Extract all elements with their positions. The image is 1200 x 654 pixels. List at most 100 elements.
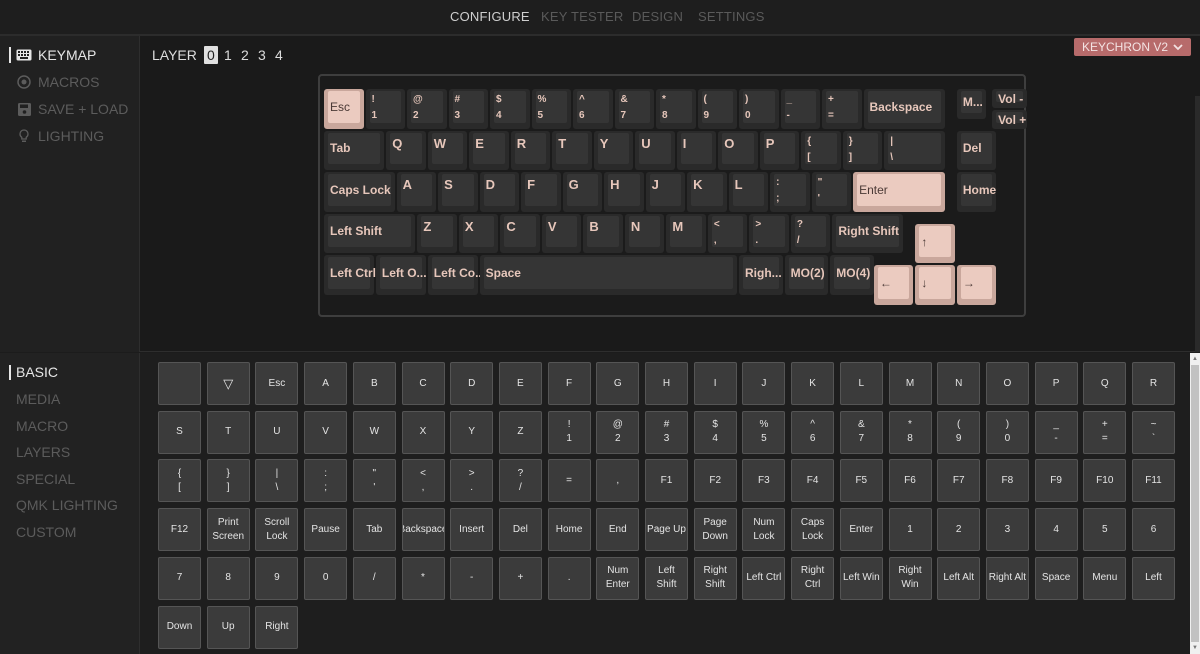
keycode-button[interactable]: Down bbox=[158, 605, 201, 649]
keycode-button[interactable]: Home bbox=[547, 508, 591, 552]
keycode-button[interactable]: A bbox=[304, 362, 348, 405]
keycode-button[interactable]: F8 bbox=[985, 459, 1029, 503]
keycode-button[interactable]: U bbox=[255, 410, 299, 454]
keycode-button[interactable]: 5 bbox=[1083, 508, 1127, 552]
keyboard-key[interactable]: W bbox=[427, 130, 468, 170]
keycode-button[interactable]: F2 bbox=[693, 459, 737, 503]
keycode-button[interactable]: Caps Lock bbox=[791, 508, 835, 552]
sidebar-item-lighting[interactable]: LIGHTING bbox=[16, 128, 104, 144]
category-special[interactable]: SPECIAL bbox=[16, 471, 75, 487]
keyboard-key[interactable]: O bbox=[718, 130, 758, 170]
keycode-button[interactable]: + = bbox=[1083, 410, 1127, 454]
keyboard-key[interactable]: N bbox=[624, 213, 665, 253]
keycode-button[interactable]: ) 0 bbox=[985, 410, 1029, 454]
keyboard-key[interactable]: ) 0 bbox=[739, 89, 779, 129]
keycode-button[interactable]: ▽ bbox=[206, 362, 250, 405]
keycode-button[interactable]: , bbox=[596, 459, 640, 503]
keyboard-key[interactable]: {[ bbox=[801, 130, 841, 170]
keycode-button[interactable]: Left Win bbox=[839, 556, 883, 600]
category-layers[interactable]: LAYERS bbox=[16, 444, 70, 460]
keyboard-key[interactable]: Y bbox=[593, 130, 634, 170]
layer-option-3[interactable]: 3 bbox=[255, 47, 269, 63]
keyboard-key[interactable]: M... bbox=[956, 89, 986, 119]
keyboard-key[interactable]: <, bbox=[707, 213, 748, 253]
keycode-button[interactable]: F4 bbox=[791, 459, 835, 503]
keyboard-key[interactable]: Left Shift bbox=[324, 213, 416, 253]
scroll-down-icon[interactable]: ▼ bbox=[1190, 643, 1200, 653]
keycode-button[interactable]: $4 bbox=[693, 410, 737, 454]
keycode-button[interactable]: Enter bbox=[839, 508, 883, 552]
keycode-button[interactable]: Insert bbox=[450, 508, 494, 552]
keycode-button[interactable]: Page Down bbox=[693, 508, 737, 552]
keycode-button[interactable]: 6 bbox=[1132, 508, 1175, 552]
sidebar-item-macros[interactable]: MACROS bbox=[16, 74, 99, 90]
keycode-button[interactable]: W bbox=[352, 410, 396, 454]
scroll-up-icon[interactable]: ▲ bbox=[1190, 354, 1200, 364]
keycode-button[interactable]: Left Alt bbox=[937, 556, 981, 600]
keycode-button[interactable]: G bbox=[596, 362, 640, 405]
keycode-button[interactable]: :; bbox=[304, 459, 348, 503]
keycode-button[interactable]: F bbox=[547, 362, 591, 405]
keyboard-key[interactable]: }] bbox=[842, 130, 883, 170]
keycode-button[interactable]: Left bbox=[1132, 556, 1175, 600]
keyboard-key[interactable]: >. bbox=[749, 213, 789, 253]
keyboard-key[interactable]: Righ... bbox=[739, 255, 783, 295]
keycode-button[interactable]: F10 bbox=[1083, 459, 1127, 503]
tab-configure[interactable]: CONFIGURE bbox=[450, 9, 530, 24]
keycode-button[interactable]: = bbox=[547, 459, 591, 503]
keycode-button[interactable]: 9 bbox=[255, 556, 299, 600]
keycode-button[interactable]: S bbox=[158, 410, 201, 454]
keycode-button[interactable]: F12 bbox=[158, 508, 201, 552]
device-selector[interactable]: KEYCHRON V2 bbox=[1074, 38, 1192, 56]
category-qmk-lighting[interactable]: QMK LIGHTING bbox=[16, 497, 118, 513]
scrollbar-thumb[interactable] bbox=[1191, 365, 1199, 642]
keycode-button[interactable]: ! 1 bbox=[547, 410, 591, 454]
keyboard-key[interactable]: Backspace bbox=[863, 89, 945, 129]
keyboard-key[interactable]: * 8 bbox=[656, 89, 696, 129]
keycode-button[interactable]: Right Shift bbox=[693, 556, 737, 600]
keycode-button[interactable]: X bbox=[401, 410, 445, 454]
keyboard-key[interactable]: ? / bbox=[790, 213, 831, 253]
layer-option-0[interactable]: 0 bbox=[203, 46, 218, 64]
keycode-button[interactable]: Q bbox=[1083, 362, 1127, 405]
keycode-button[interactable]: | \ bbox=[255, 459, 299, 503]
keycode-button[interactable]: % 5 bbox=[742, 410, 786, 454]
keycode-button[interactable]: }] bbox=[206, 459, 250, 503]
tab-key-tester[interactable]: KEY TESTER bbox=[541, 9, 623, 24]
keyboard-key[interactable]: V bbox=[541, 213, 582, 253]
keycode-button[interactable]: Num Lock bbox=[742, 508, 786, 552]
keycode-button[interactable]: Print Screen bbox=[206, 508, 250, 552]
keycode-button[interactable]: Left Shift bbox=[645, 556, 688, 600]
keycode-button[interactable]: Esc bbox=[255, 362, 299, 405]
keycode-button[interactable] bbox=[158, 362, 201, 405]
keyboard-key[interactable]: " ' bbox=[811, 172, 852, 212]
keyboard-key[interactable]: S bbox=[438, 172, 478, 212]
keycode-button[interactable]: ? / bbox=[498, 459, 542, 503]
keycode-button[interactable]: * bbox=[401, 556, 445, 600]
keyboard-key[interactable]: :; bbox=[770, 172, 810, 212]
keycode-button[interactable]: K bbox=[791, 362, 835, 405]
keyboard-key[interactable]: #3 bbox=[448, 89, 488, 129]
keycode-button[interactable]: F11 bbox=[1132, 459, 1175, 503]
keyboard-key[interactable]: Vol - bbox=[992, 89, 1028, 108]
keycode-button[interactable]: . bbox=[547, 556, 591, 600]
keycode-button[interactable]: D bbox=[450, 362, 494, 405]
keycode-button[interactable]: Z bbox=[498, 410, 542, 454]
keycode-button[interactable]: Right Ctrl bbox=[791, 556, 835, 600]
keyboard-key[interactable]: @2 bbox=[407, 89, 447, 129]
keycode-button[interactable]: Del bbox=[498, 508, 542, 552]
keycode-button[interactable]: >. bbox=[450, 459, 494, 503]
keyboard-key[interactable]: Z bbox=[417, 213, 457, 253]
keyboard-key[interactable]: Home bbox=[956, 172, 997, 212]
keyboard-key[interactable]: E bbox=[469, 130, 509, 170]
keycode-button[interactable]: Tab bbox=[352, 508, 396, 552]
keyboard-key[interactable]: % 5 bbox=[531, 89, 571, 129]
keycode-button[interactable]: - bbox=[450, 556, 494, 600]
keycode-button[interactable]: ~ ` bbox=[1132, 410, 1175, 454]
keycode-button[interactable]: 4 bbox=[1034, 508, 1078, 552]
keycode-button[interactable]: F6 bbox=[888, 459, 932, 503]
keycode-button[interactable]: Up bbox=[206, 605, 250, 649]
keycode-button[interactable]: Right Win bbox=[888, 556, 932, 600]
keyboard-key[interactable]: → bbox=[956, 265, 997, 305]
keycode-button[interactable]: 8 bbox=[206, 556, 250, 600]
